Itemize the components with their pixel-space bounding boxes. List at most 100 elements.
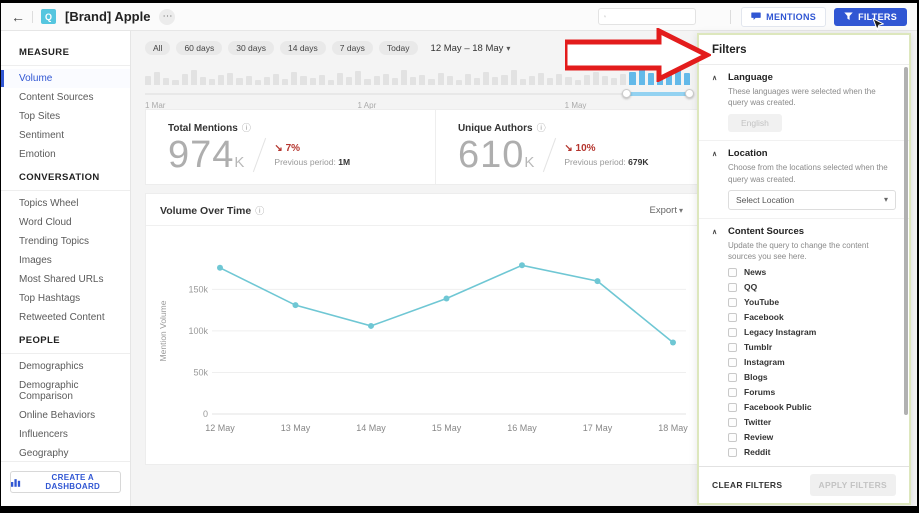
data-point-16-may[interactable]: [519, 262, 525, 269]
sidebar-item-influencers[interactable]: Influencers: [1, 425, 130, 444]
checkbox-unchecked[interactable]: [728, 342, 737, 352]
export-button[interactable]: Export ▾: [650, 205, 683, 216]
location-section: ∧ Location Choose from the locations sel…: [699, 141, 909, 219]
mini-bar: [556, 74, 563, 85]
filters-button[interactable]: FILTERS: [834, 7, 907, 26]
mini-bar: [528, 76, 536, 85]
mini-bar: [190, 70, 197, 85]
sidebar-item-demographics[interactable]: Demographics: [1, 357, 130, 376]
range-chip-7-days[interactable]: 7 days: [331, 41, 373, 55]
checkbox-label: Instagram: [744, 357, 785, 368]
range-chip-14-days[interactable]: 14 days: [280, 41, 326, 55]
data-point-13-may[interactable]: [292, 302, 299, 309]
location-dropdown[interactable]: Select Location ▾: [728, 189, 896, 210]
checkbox-unchecked[interactable]: [728, 447, 737, 457]
filter-option-legacy-instagram[interactable]: Legacy Instagram: [728, 327, 896, 337]
checkbox-unchecked[interactable]: [728, 387, 737, 397]
checkbox-label: Blogs: [744, 372, 768, 383]
data-point-12-may[interactable]: [217, 264, 223, 271]
range-chip-all[interactable]: All: [145, 41, 171, 55]
sidebar-item-sentiment[interactable]: Sentiment: [1, 126, 130, 145]
mentions-button-label: MENTIONS: [766, 11, 817, 22]
more-menu-icon[interactable]: ⋯: [159, 8, 176, 25]
clear-filters-button[interactable]: CLEAR FILTERS: [712, 480, 782, 490]
x-tick-label: 18 May: [658, 423, 688, 433]
sidebar-item-demographic-comparison[interactable]: Demographic Comparison: [1, 376, 130, 406]
slider-handle-right[interactable]: [685, 89, 694, 98]
metric-label: Total Mentions: [168, 123, 238, 134]
checkbox-unchecked[interactable]: [728, 432, 737, 442]
filter-option-youtube[interactable]: YouTube: [728, 297, 896, 307]
info-icon[interactable]: ⓘ: [255, 206, 264, 216]
sidebar-item-retweeted-content[interactable]: Retweeted Content: [1, 308, 130, 327]
collapse-section-icon[interactable]: ∧: [712, 150, 717, 158]
filter-option-facebook-public[interactable]: Facebook Public: [728, 402, 896, 412]
mentions-button[interactable]: MENTIONS: [741, 6, 827, 27]
mini-bar: [327, 80, 334, 85]
checkbox-label: Forums: [744, 387, 776, 398]
mini-bar: [309, 78, 316, 85]
info-icon[interactable]: ⓘ: [537, 123, 546, 133]
data-point-18-may[interactable]: [670, 339, 676, 346]
custom-date-range[interactable]: 12 May – 18 May ▾: [431, 43, 511, 54]
checkbox-unchecked[interactable]: [728, 327, 737, 337]
search-box[interactable]: [598, 8, 697, 25]
divider: [1, 190, 130, 191]
filter-option-reddit[interactable]: Reddit: [728, 447, 896, 457]
range-chip-today[interactable]: Today: [378, 41, 418, 55]
mini-bar: [263, 77, 270, 85]
content-sources-header: Content Sources: [728, 225, 805, 237]
slider-handle-left[interactable]: [622, 89, 632, 98]
sidebar-item-most-shared-urls[interactable]: Most Shared URLs: [1, 270, 130, 289]
slider-track[interactable]: [145, 93, 690, 95]
range-chip-60-days[interactable]: 60 days: [176, 41, 223, 55]
checkbox-unchecked[interactable]: [728, 267, 737, 277]
sidebar-item-word-cloud[interactable]: Word Cloud: [1, 213, 130, 232]
apply-filters-button[interactable]: APPLY FILTERS: [809, 474, 896, 496]
mouse-cursor-icon: [872, 18, 884, 31]
scrollbar[interactable]: [904, 67, 908, 415]
collapse-section-icon[interactable]: ∧: [712, 74, 717, 82]
checkbox-unchecked[interactable]: [728, 417, 737, 427]
checkbox-unchecked[interactable]: [728, 357, 737, 367]
checkbox-unchecked[interactable]: [728, 372, 737, 382]
filter-option-forums[interactable]: Forums: [728, 387, 896, 397]
sidebar-item-top-hashtags[interactable]: Top Hashtags: [1, 289, 130, 308]
sidebar-item-emotion[interactable]: Emotion: [1, 145, 130, 164]
create-dashboard-button[interactable]: CREATE A DASHBOARD: [10, 471, 121, 493]
checkbox-unchecked[interactable]: [728, 282, 737, 292]
timeline-slider[interactable]: [145, 89, 694, 99]
sidebar-item-online-behaviors[interactable]: Online Behaviors: [1, 406, 130, 425]
data-point-14-may[interactable]: [368, 322, 374, 329]
collapse-section-icon[interactable]: ∧: [712, 228, 717, 236]
slider-selected-range[interactable]: [626, 92, 690, 96]
mini-bar: [382, 74, 389, 85]
data-point-17-may[interactable]: [594, 278, 601, 285]
language-section: ∧ Language These languages were selected…: [699, 65, 909, 142]
sidebar-item-top-sites[interactable]: Top Sites: [1, 107, 130, 126]
range-chip-30-days[interactable]: 30 days: [228, 41, 275, 55]
sidebar-item-trending-topics[interactable]: Trending Topics: [1, 232, 130, 251]
sidebar-item-volume[interactable]: Volume: [1, 69, 130, 88]
filter-option-instagram[interactable]: Instagram: [728, 357, 896, 367]
filter-option-review[interactable]: Review: [728, 432, 896, 442]
back-icon[interactable]: ←: [11, 9, 25, 25]
filter-option-facebook[interactable]: Facebook: [728, 312, 896, 322]
sidebar-item-images[interactable]: Images: [1, 251, 130, 270]
filter-option-twitter[interactable]: Twitter: [728, 417, 896, 427]
filter-option-blogs[interactable]: Blogs: [728, 372, 896, 382]
filter-option-tumblr[interactable]: Tumblr: [728, 342, 896, 352]
data-point-15-may[interactable]: [443, 295, 450, 302]
filter-option-news[interactable]: News: [728, 267, 896, 277]
search-input[interactable]: [610, 11, 691, 22]
filter-option-qq[interactable]: QQ: [728, 282, 896, 292]
checkbox-unchecked[interactable]: [728, 402, 737, 412]
mini-bar: [154, 72, 161, 85]
mini-bar: [254, 80, 261, 85]
checkbox-unchecked[interactable]: [728, 297, 737, 307]
checkbox-unchecked[interactable]: [728, 312, 737, 322]
sidebar-item-content-sources[interactable]: Content Sources: [1, 88, 130, 107]
info-icon[interactable]: ⓘ: [242, 123, 251, 133]
chevron-down-icon: ▾: [506, 43, 511, 53]
sidebar-item-topics-wheel[interactable]: Topics Wheel: [1, 194, 130, 213]
